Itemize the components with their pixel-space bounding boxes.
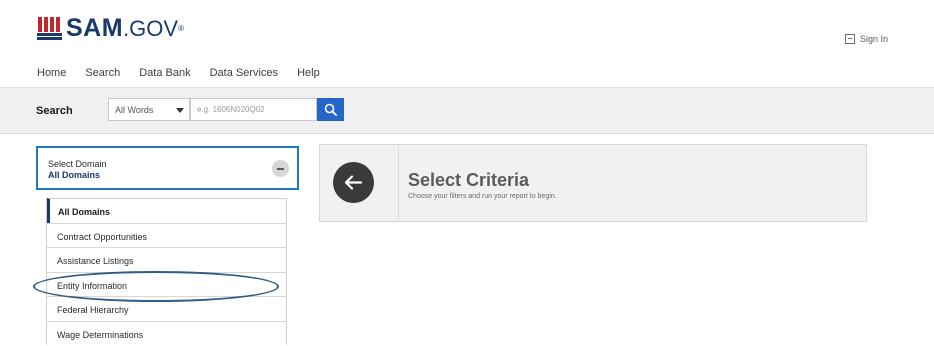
search-scope-value: All Words <box>115 105 154 115</box>
nav-item-home[interactable]: Home <box>37 67 66 85</box>
capitol-flag-icon <box>37 16 62 41</box>
domain-item-entity-information[interactable]: Entity Information <box>47 271 286 296</box>
nav-item-search[interactable]: Search <box>85 67 120 89</box>
criteria-title: Select Criteria <box>408 170 530 190</box>
criteria-subtitle: Choose your filters and run your report … <box>408 193 557 200</box>
nav-item-data-services[interactable]: Data Services <box>210 67 278 85</box>
minus-circle-icon[interactable] <box>272 160 289 177</box>
nav-item-help[interactable]: Help <box>297 67 320 85</box>
sam-gov-logo[interactable]: SAM .GOV ® <box>37 14 184 43</box>
domain-list: All Domains Contract Opportunities Assis… <box>46 198 287 345</box>
logo-text: SAM <box>66 14 124 42</box>
domain-item-wage-determinations[interactable]: Wage Determinations <box>47 320 286 345</box>
domain-item-assistance-listings[interactable]: Assistance Listings <box>47 247 286 272</box>
logo-registered-mark: ® <box>178 24 184 33</box>
back-button[interactable] <box>333 162 374 203</box>
search-button[interactable] <box>317 98 344 121</box>
sign-in-label: Sign In <box>860 34 889 44</box>
site-header: SAM .GOV ® Sign In <box>0 0 934 58</box>
domain-selector[interactable]: Select Domain All Domains <box>36 146 299 190</box>
sam-gov-page: SAM .GOV ® Sign In Home Search Data Bank D… <box>0 0 934 346</box>
search-label: Search <box>36 105 73 117</box>
domain-item-all-domains[interactable]: All Domains <box>47 198 286 223</box>
search-bar: Search All Words <box>0 88 934 134</box>
domain-item-federal-hierarchy[interactable]: Federal Hierarchy <box>47 296 286 321</box>
domain-item-contract-opportunities[interactable]: Contract Opportunities <box>47 222 286 247</box>
search-icon <box>324 103 337 116</box>
nav-item-data-bank[interactable]: Data Bank <box>139 67 190 85</box>
criteria-divider <box>398 145 399 221</box>
sign-in-link[interactable]: Sign In <box>845 34 888 44</box>
logo-gov-text: .GOV <box>123 15 179 41</box>
domain-selector-title: Select Domain <box>48 159 107 169</box>
domain-selector-value: All Domains <box>48 170 101 180</box>
search-scope-select[interactable]: All Words <box>108 98 190 121</box>
sign-in-icon <box>845 34 855 44</box>
select-criteria-card: Select Criteria Choose your filters and … <box>319 144 867 222</box>
arrow-left-icon <box>344 175 363 190</box>
search-input[interactable] <box>190 98 317 121</box>
main-nav: Home Search Data Bank Data Services Help <box>37 67 339 89</box>
caret-down-icon <box>176 108 184 113</box>
